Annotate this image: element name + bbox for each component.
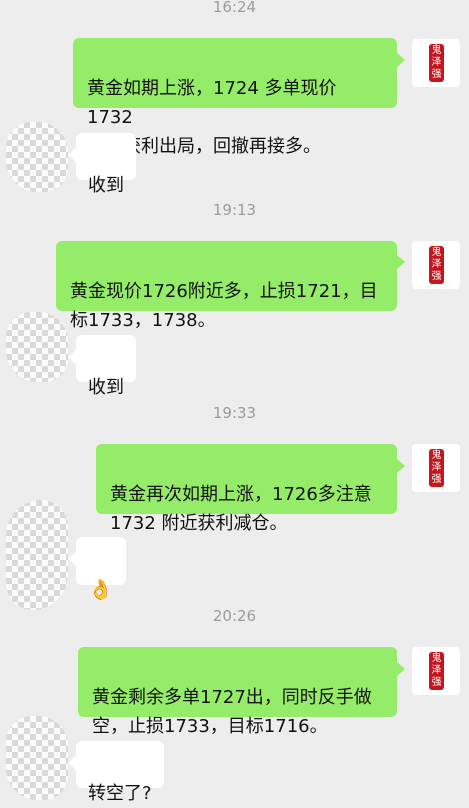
user-avatar[interactable]: [6, 500, 68, 610]
timestamp: 19:13: [212, 201, 257, 219]
ok-hand-emoji-icon: 👌: [88, 577, 113, 601]
timestamp: 20:26: [212, 607, 257, 625]
outgoing-message[interactable]: 黄金现价1726附近多，止损1721，目 标1733，1738。: [56, 241, 397, 331]
timestamp: 16:24: [212, 0, 257, 16]
contact-avatar[interactable]: 鬼 泽 强: [412, 241, 460, 289]
seal-stamp-icon: 鬼 泽 强: [429, 44, 444, 82]
seal-stamp-icon: 鬼 泽 强: [429, 652, 444, 690]
incoming-message[interactable]: 👌: [76, 537, 126, 601]
bubble-tail: [397, 255, 405, 269]
message-text: 收到: [88, 175, 124, 196]
message-text: 收到: [88, 377, 124, 398]
user-avatar[interactable]: [6, 716, 68, 800]
outgoing-message[interactable]: 黄金剩余多单1727出，同时反手做 空，止损1733，目标1716。: [78, 647, 397, 737]
bubble-tail: [68, 552, 76, 566]
message-text: 黄金现价1726附近多，止损1721，目 标1733，1738。: [70, 281, 378, 331]
contact-avatar[interactable]: 鬼 泽 强: [412, 444, 460, 492]
outgoing-message[interactable]: 黄金如期上涨，1724 多单现价 1732 一线获利出局，回撤再接多。: [73, 38, 397, 157]
seal-stamp-icon: 鬼 泽 强: [429, 246, 444, 284]
bubble-tail: [68, 350, 76, 364]
bubble-tail: [397, 662, 405, 676]
bubble-tail: [397, 459, 405, 473]
chat-window: 16:24 黄金如期上涨，1724 多单现价 1732 一线获利出局，回撤再接多…: [0, 0, 469, 804]
contact-avatar[interactable]: 鬼 泽 强: [412, 39, 460, 87]
incoming-message[interactable]: 收到: [76, 133, 136, 196]
bubble-tail: [68, 756, 76, 770]
message-text: 黄金再次如期上涨，1726多注意 1732 附近获利减仓。: [110, 484, 372, 534]
outgoing-message[interactable]: 黄金再次如期上涨，1726多注意 1732 附近获利减仓。: [96, 444, 397, 534]
incoming-message[interactable]: 转空了?: [76, 741, 164, 804]
user-avatar[interactable]: [6, 312, 68, 382]
message-text: 转空了?: [88, 783, 152, 804]
timestamp: 19:33: [212, 404, 257, 422]
contact-avatar[interactable]: 鬼 泽 强: [412, 647, 460, 695]
bubble-tail: [68, 148, 76, 162]
user-avatar[interactable]: [6, 122, 68, 192]
message-text: 黄金剩余多单1727出，同时反手做 空，止损1733，目标1716。: [92, 687, 372, 737]
bubble-tail: [397, 53, 405, 67]
seal-stamp-icon: 鬼 泽 强: [429, 449, 444, 487]
incoming-message[interactable]: 收到: [76, 335, 136, 398]
